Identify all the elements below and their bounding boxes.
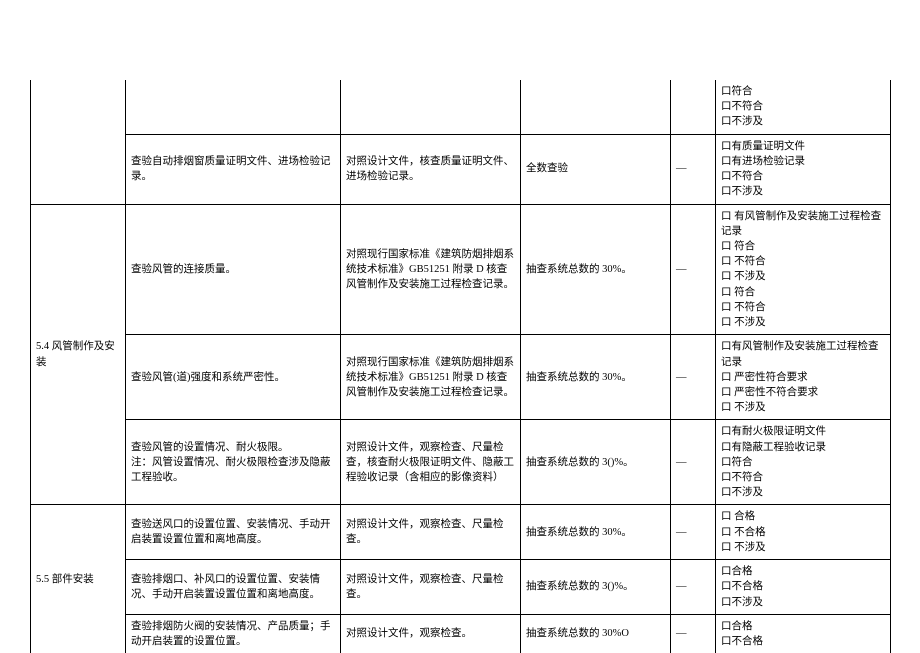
dash-cell: — xyxy=(671,505,716,560)
method-cell: 对照设计文件，观察检查。 xyxy=(341,614,521,653)
result-cell: 口有质量证明文件 口有进场检验记录 口不符合 口不涉及 xyxy=(716,134,891,204)
checkbox-option: 口 不涉及 xyxy=(721,269,885,284)
checkbox-option: 口 严密性符合要求 xyxy=(721,370,885,385)
dash-cell: — xyxy=(671,204,716,335)
dash-cell: — xyxy=(671,420,716,505)
check-cell: 查验风管的设置情况、耐火极限。 注：风管设置情况、耐火极限检查涉及隐蔽工程验收。 xyxy=(126,420,341,505)
method-cell: 对照设计文件，观察检查、尺量检查。 xyxy=(341,505,521,560)
result-cell: 口合格 口不合格 xyxy=(716,614,891,653)
result-cell: 口 合格 口 不合格 口 不涉及 xyxy=(716,505,891,560)
checkbox-option: 口不合格 xyxy=(721,579,885,594)
table-row: 口符合 口不符合 口不涉及 xyxy=(31,80,891,134)
qty-cell: 抽查系统总数的 30%O xyxy=(521,614,671,653)
section-cell-54: 5.4 风管制作及安装 xyxy=(31,204,126,505)
dash-cell: — xyxy=(671,335,716,420)
checkbox-option: 口不合格 xyxy=(721,634,885,649)
table-row: 查验自动排烟窗质量证明文件、进场检验记录。 对照设计文件，核查质量证明文件、进场… xyxy=(31,134,891,204)
method-cell: 对照现行国家标准《建筑防烟排烟系统技术标准》GB51251 附录 D 核查风管制… xyxy=(341,335,521,420)
table-row: 5.4 风管制作及安装 查验风管的连接质量。 对照现行国家标准《建筑防烟排烟系统… xyxy=(31,204,891,335)
method-cell: 对照设计文件，观察检查、尺量检查。 xyxy=(341,560,521,615)
section-cell-55: 5.5 部件安装 xyxy=(31,505,126,653)
checkbox-option: 口有耐火极限证明文件 xyxy=(721,424,885,439)
result-cell: 口有耐火极限证明文件 口有隐蔽工程验收记录 口符合 口不符合 口不涉及 xyxy=(716,420,891,505)
checkbox-option: 口有风管制作及安装施工过程检查记录 xyxy=(721,339,885,369)
table-row: 5.5 部件安装 查验送风口的设置位置、安装情况、手动开启装置设置位置和离地高度… xyxy=(31,505,891,560)
table-row: 查验风管的设置情况、耐火极限。 注：风管设置情况、耐火极限检查涉及隐蔽工程验收。… xyxy=(31,420,891,505)
checkbox-option: 口 不合格 xyxy=(721,525,885,540)
qty-cell: 抽查系统总数的 30%。 xyxy=(521,335,671,420)
table-row: 查验排烟防火阀的安装情况、产品质量；手动开启装置的设置位置。 对照设计文件，观察… xyxy=(31,614,891,653)
checkbox-option: 口 不符合 xyxy=(721,254,885,269)
checkbox-option: 口 有风管制作及安装施工过程检查记录 xyxy=(721,209,885,239)
section-cell-prev xyxy=(31,80,126,204)
checkbox-option: 口有隐蔽工程验收记录 xyxy=(721,440,885,455)
checkbox-option: 口 符合 xyxy=(721,239,885,254)
checkbox-option: 口不符合 xyxy=(721,169,885,184)
table-row: 查验风管(道)强度和系统严密性。 对照现行国家标准《建筑防烟排烟系统技术标准》G… xyxy=(31,335,891,420)
result-cell: 口合格 口不合格 口不涉及 xyxy=(716,560,891,615)
checkbox-option: 口 严密性不符合要求 xyxy=(721,385,885,400)
checkbox-option: 口不涉及 xyxy=(721,485,885,500)
check-cell: 查验排烟口、补风口的设置位置、安装情况、手动开启装置设置位置和离地高度。 xyxy=(126,560,341,615)
checkbox-option: 口 不涉及 xyxy=(721,400,885,415)
checkbox-option: 口有质量证明文件 xyxy=(721,139,885,154)
qty-cell: 抽查系统总数的 30%。 xyxy=(521,204,671,335)
dash-cell: — xyxy=(671,560,716,615)
checkbox-option: 口不涉及 xyxy=(721,595,885,610)
checkbox-option: 口不符合 xyxy=(721,470,885,485)
checkbox-option: 口符合 xyxy=(721,455,885,470)
check-cell xyxy=(126,80,341,134)
checkbox-option: 口 不符合 xyxy=(721,300,885,315)
checkbox-option: 口 不涉及 xyxy=(721,315,885,330)
check-cell: 查验风管(道)强度和系统严密性。 xyxy=(126,335,341,420)
result-cell: 口符合 口不符合 口不涉及 xyxy=(716,80,891,134)
inspection-table: 口符合 口不符合 口不涉及 查验自动排烟窗质量证明文件、进场检验记录。 对照设计… xyxy=(30,80,891,653)
dash-cell: — xyxy=(671,614,716,653)
checkbox-option: 口不涉及 xyxy=(721,114,885,129)
result-cell: 口 有风管制作及安装施工过程检查记录 口 符合 口 不符合 口 不涉及 口 符合… xyxy=(716,204,891,335)
qty-cell xyxy=(521,80,671,134)
checkbox-option: 口不符合 xyxy=(721,99,885,114)
table-row: 查验排烟口、补风口的设置位置、安装情况、手动开启装置设置位置和离地高度。 对照设… xyxy=(31,560,891,615)
checkbox-option: 口 不涉及 xyxy=(721,540,885,555)
dash-cell: — xyxy=(671,134,716,204)
method-cell: 对照现行国家标准《建筑防烟排烟系统技术标准》GB51251 附录 D 核查风管制… xyxy=(341,204,521,335)
checkbox-option: 口不涉及 xyxy=(721,184,885,199)
qty-cell: 抽查系统总数的 30%。 xyxy=(521,505,671,560)
check-cell: 查验送风口的设置位置、安装情况、手动开启装置设置位置和离地高度。 xyxy=(126,505,341,560)
qty-cell: 全数查验 xyxy=(521,134,671,204)
method-cell: 对照设计文件，核查质量证明文件、进场检验记录。 xyxy=(341,134,521,204)
check-cell: 查验自动排烟窗质量证明文件、进场检验记录。 xyxy=(126,134,341,204)
checkbox-option: 口 合格 xyxy=(721,509,885,524)
checkbox-option: 口 符合 xyxy=(721,285,885,300)
qty-cell: 抽查系统总数的 3()%。 xyxy=(521,420,671,505)
check-cell: 查验风管的连接质量。 xyxy=(126,204,341,335)
checkbox-option: 口合格 xyxy=(721,619,885,634)
checkbox-option: 口符合 xyxy=(721,84,885,99)
dash-cell xyxy=(671,80,716,134)
checkbox-option: 口有进场检验记录 xyxy=(721,154,885,169)
qty-cell: 抽查系统总数的 3()%。 xyxy=(521,560,671,615)
method-cell xyxy=(341,80,521,134)
result-cell: 口有风管制作及安装施工过程检查记录 口 严密性符合要求 口 严密性不符合要求 口… xyxy=(716,335,891,420)
checkbox-option: 口合格 xyxy=(721,564,885,579)
check-cell: 查验排烟防火阀的安装情况、产品质量；手动开启装置的设置位置。 xyxy=(126,614,341,653)
method-cell: 对照设计文件，观察检查、尺量检查，核查耐火极限证明文件、隐蔽工程验收记录（含相应… xyxy=(341,420,521,505)
